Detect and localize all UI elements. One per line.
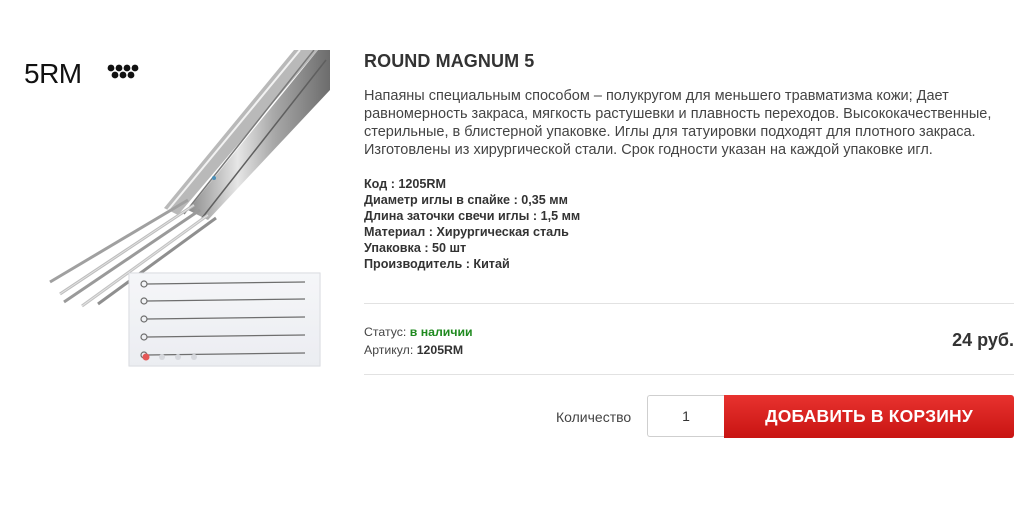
status-line: Статус: в наличии bbox=[364, 323, 473, 341]
status-block: Статус: в наличии Артикул: 1205RM bbox=[364, 323, 473, 359]
divider-bottom bbox=[364, 374, 1014, 375]
spec-manufacturer: Производитель : Китай bbox=[364, 257, 510, 271]
spec-diameter: Диаметр иглы в спайке : 0,35 мм bbox=[364, 193, 568, 207]
product-illustration bbox=[49, 50, 330, 367]
divider-top bbox=[364, 303, 1014, 304]
blister-package bbox=[128, 272, 321, 367]
needle-dots-icon bbox=[107, 64, 139, 79]
product-info: ROUND MAGNUM 5 Напаяны специальным спосо… bbox=[364, 50, 1016, 272]
spec-taper-length: Длина заточки свечи иглы : 1,5 мм bbox=[364, 209, 581, 223]
article-line: Артикул: 1205RM bbox=[364, 341, 473, 359]
product-image[interactable]: 5RM bbox=[18, 50, 333, 370]
product-specs: Код : 1205RM Диаметр иглы в спайке : 0,3… bbox=[364, 176, 1016, 272]
add-to-cart-button[interactable]: ДОБАВИТЬ В КОРЗИНУ bbox=[724, 395, 1014, 438]
article-value: 1205RM bbox=[416, 343, 464, 357]
spec-package: Упаковка : 50 шт bbox=[364, 241, 467, 255]
needle-bundle bbox=[49, 50, 330, 308]
spec-code: Код : 1205RM bbox=[364, 177, 447, 191]
product-price: 24 руб. bbox=[952, 330, 1014, 350]
product-title: ROUND MAGNUM 5 bbox=[364, 51, 535, 71]
article-label: Артикул: bbox=[364, 343, 414, 357]
status-value: в наличии bbox=[409, 325, 473, 339]
status-label: Статус: bbox=[364, 325, 407, 339]
spec-material: Материал : Хирургическая сталь bbox=[364, 225, 569, 239]
product-description: Напаяны специальным способом – полукруго… bbox=[364, 88, 992, 158]
quantity-label: Количество bbox=[556, 409, 632, 425]
quantity-input[interactable] bbox=[647, 395, 724, 437]
